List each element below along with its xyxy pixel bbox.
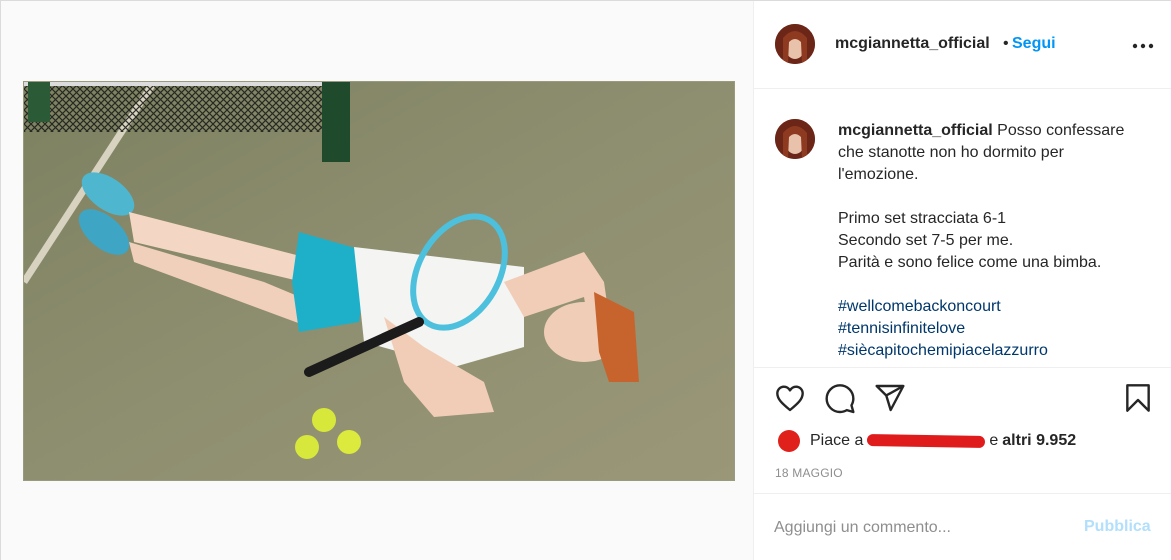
- publish-button[interactable]: Pubblica: [1084, 518, 1151, 536]
- post-actions: Piace a e altri 9.952 18 MAGGIO: [754, 367, 1171, 499]
- follow-separator: •: [1003, 35, 1009, 52]
- comment-input[interactable]: [774, 516, 1064, 540]
- post-header: mcgiannetta_official • Segui: [754, 1, 1171, 89]
- likes-suffix: e: [989, 432, 999, 449]
- likes-summary[interactable]: Piace a e altri 9.952: [778, 430, 1076, 452]
- caption-author-avatar[interactable]: [775, 119, 815, 159]
- post-caption: mcgiannetta_official Posso confessare ch…: [838, 120, 1158, 362]
- follow-button[interactable]: Segui: [1012, 35, 1056, 53]
- caption-line: che stanotte non ho dormito per: [838, 144, 1064, 161]
- likes-prefix: Piace a: [810, 432, 864, 449]
- save-button[interactable]: [1122, 382, 1156, 416]
- hashtag-link[interactable]: #siècapitochemipiacelazzurro: [838, 340, 1158, 362]
- caption-line: Parità e sono felice come una bimba.: [838, 254, 1102, 271]
- post-date[interactable]: 18 MAGGIO: [775, 466, 843, 480]
- redaction-mark: [867, 433, 986, 449]
- caption-username[interactable]: mcgiannetta_official: [838, 122, 993, 139]
- comment-button[interactable]: [824, 382, 858, 416]
- heart-icon: [776, 385, 804, 412]
- more-options-button[interactable]: [1132, 33, 1154, 54]
- share-icon: [875, 384, 905, 412]
- caption-line: Secondo set 7-5 per me.: [838, 232, 1014, 249]
- like-button[interactable]: [774, 382, 808, 416]
- more-dots-icon: [1132, 43, 1154, 49]
- hashtag-link[interactable]: #tennisinfinitelove: [838, 318, 1158, 340]
- share-button[interactable]: [874, 382, 908, 416]
- tennis-court-photo: [24, 82, 734, 480]
- caption-line: Posso confessare: [997, 122, 1125, 139]
- avatar-photo-icon: [775, 119, 815, 159]
- liker-avatar[interactable]: [778, 430, 800, 452]
- likes-count[interactable]: altri 9.952: [1002, 432, 1076, 450]
- caption-line: l'emozione.: [838, 166, 919, 183]
- avatar-photo-icon: [775, 24, 815, 64]
- caption-line: Primo set stracciata 6-1: [838, 210, 1007, 227]
- author-username[interactable]: mcgiannetta_official: [835, 35, 990, 53]
- hashtag-link[interactable]: #wellcomebackoncourt: [838, 296, 1158, 318]
- bookmark-icon: [1126, 384, 1150, 412]
- author-avatar[interactable]: [775, 24, 815, 64]
- post-media: [1, 1, 753, 560]
- post-sidebar: mcgiannetta_official • Segui mcgiannetta…: [753, 1, 1171, 560]
- caption-area: mcgiannetta_official Posso confessare ch…: [754, 89, 1171, 367]
- comment-icon: [825, 384, 855, 414]
- post-container: mcgiannetta_official • Segui mcgiannetta…: [0, 0, 1171, 560]
- comment-form: Pubblica: [754, 493, 1171, 560]
- post-photo[interactable]: [23, 81, 735, 481]
